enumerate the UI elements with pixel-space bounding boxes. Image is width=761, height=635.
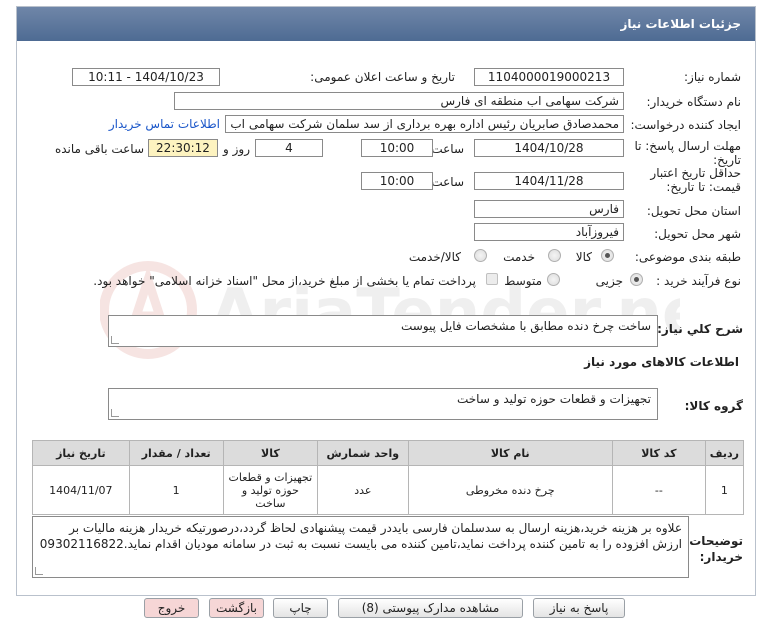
cell-name: چرخ دنده مخروطی xyxy=(407,465,613,515)
process-radio-minor[interactable] xyxy=(630,273,643,286)
price-validity-label-2: قیمت: تا تاریخ: xyxy=(666,180,741,194)
buyer-notes-textarea[interactable]: علاوه بر هزینه خرید،هزینه ارسال به سدسلم… xyxy=(32,516,689,578)
buyer-org-field: شرکت سهامی اب منطقه ای فارس xyxy=(174,92,624,110)
category-radio-service[interactable] xyxy=(548,249,561,262)
reply-button[interactable]: پاسخ به نیاز xyxy=(533,598,625,618)
description-textarea[interactable]: ساخت چرخ دنده مطابق با مشخصات فایل پیوست xyxy=(108,315,658,347)
exit-button[interactable]: خروج xyxy=(144,598,199,618)
category-label: طبقه بندی موضوعی: xyxy=(634,250,741,264)
cell-code: -- xyxy=(611,465,706,515)
buyer-notes-text: علاوه بر هزینه خرید،هزینه ارسال به سدسلم… xyxy=(39,521,682,551)
reply-deadline-label-2: تاریخ: xyxy=(713,153,741,167)
resize-grip-icon[interactable] xyxy=(111,409,119,417)
goods-group-label: گروه کالا: xyxy=(684,399,743,413)
col-header-need-date: تاریخ نیاز xyxy=(32,440,130,466)
process-option-medium: متوسط xyxy=(504,274,542,288)
category-option-goods: کالا xyxy=(575,250,592,264)
remaining-days-field: 4 xyxy=(255,139,323,157)
cell-quantity: 1 xyxy=(128,465,224,515)
goods-table: ردیف کد کالا نام کالا واحد شمارش کالا تع… xyxy=(32,440,745,515)
description-text: ساخت چرخ دنده مطابق با مشخصات فایل پیوست xyxy=(401,319,651,333)
need-number-label: شماره نیاز: xyxy=(684,70,741,84)
cell-need-date: 1404/11/07 xyxy=(32,465,130,515)
delivery-province-label: استان محل تحویل: xyxy=(646,204,741,218)
watermark-logo: AriaTender.net xyxy=(100,261,680,359)
announce-datetime-label: تاریخ و ساعت اعلان عمومی: xyxy=(310,70,455,84)
price-validity-label: حداقل تاریخ اعتبار xyxy=(650,166,741,180)
delivery-city-field: فیروزآباد xyxy=(474,223,624,241)
validity-time-label: ساعت xyxy=(431,175,464,189)
goods-group-text: تجهیزات و قطعات حوزه تولید و ساخت xyxy=(456,392,651,406)
need-number-field: 1104000019000213 xyxy=(474,68,624,86)
requester-field: محمدصادق صابریان رئیس اداره بهره برداری … xyxy=(225,115,624,133)
reply-time-field: 10:00 xyxy=(361,139,433,157)
buyer-org-label: نام دستگاه خریدار: xyxy=(646,95,742,109)
delivery-province-field: فارس xyxy=(474,200,624,218)
reply-date-field: 1404/10/28 xyxy=(474,139,624,157)
goods-section-title: اطلاعات کالاهای مورد نیاز xyxy=(584,355,739,369)
remaining-time-field: 22:30:12 xyxy=(148,139,218,157)
cell-goods: تجهیزات و قطعات حوزه تولید و ساخت xyxy=(222,465,319,515)
treasury-checkbox[interactable] xyxy=(486,273,498,285)
print-button[interactable]: چاپ xyxy=(273,598,328,618)
validity-date-field: 1404/11/28 xyxy=(474,172,624,190)
description-label: شرح کلي نياز: xyxy=(657,322,743,336)
announce-datetime-field: 1404/10/23 - 10:11 xyxy=(72,68,220,86)
back-button[interactable]: بازگشت xyxy=(209,598,264,618)
view-attachments-button[interactable]: مشاهده مدارک پیوستی (8) xyxy=(338,598,523,618)
days-label: روز و xyxy=(223,142,250,156)
buyer-contact-link[interactable]: اطلاعات تماس خریدار xyxy=(109,117,220,131)
col-header-row-no: ردیف xyxy=(704,440,745,466)
requester-label: ایجاد کننده درخواست: xyxy=(630,118,741,132)
category-option-goods-service: کالا/خدمت xyxy=(408,250,461,264)
process-type-label: نوع فرآیند خرید : xyxy=(656,274,741,288)
buyer-notes-label: توضیحات خریدار: xyxy=(689,534,743,564)
reply-deadline-label: مهلت ارسال پاسخ: تا xyxy=(634,139,741,153)
category-radio-goods-service[interactable] xyxy=(474,249,487,262)
remaining-time-label: ساعت باقی مانده xyxy=(54,142,144,156)
delivery-city-label: شهر محل تحویل: xyxy=(654,227,741,241)
process-option-minor: جزیی xyxy=(595,274,623,288)
resize-grip-icon[interactable] xyxy=(111,336,119,344)
process-radio-medium[interactable] xyxy=(547,273,560,286)
col-header-goods: کالا xyxy=(222,440,319,466)
category-radio-goods[interactable] xyxy=(601,249,614,262)
treasury-note: پرداخت تمام یا بخشی از مبلغ خرید،از محل … xyxy=(93,274,476,288)
goods-group-textarea[interactable]: تجهیزات و قطعات حوزه تولید و ساخت xyxy=(108,388,658,420)
table-row[interactable]: 1 -- چرخ دنده مخروطی عدد تجهیزات و قطعات… xyxy=(32,465,745,515)
panel-header: جزئیات اطلاعات نیاز xyxy=(17,7,755,41)
col-header-quantity: تعداد / مقدار xyxy=(128,440,224,466)
cell-unit: عدد xyxy=(317,465,409,515)
resize-grip-icon[interactable] xyxy=(35,567,43,575)
panel-title: جزئیات اطلاعات نیاز xyxy=(620,17,741,31)
table-header-row: ردیف کد کالا نام کالا واحد شمارش کالا تع… xyxy=(32,440,745,466)
col-header-unit: واحد شمارش xyxy=(317,440,409,466)
category-option-service: خدمت xyxy=(503,250,535,264)
col-header-code: کد کالا xyxy=(611,440,706,466)
validity-time-field: 10:00 xyxy=(361,172,433,190)
reply-time-label: ساعت xyxy=(431,142,464,156)
cell-row-no: 1 xyxy=(704,465,745,515)
col-header-name: نام کالا xyxy=(407,440,613,466)
